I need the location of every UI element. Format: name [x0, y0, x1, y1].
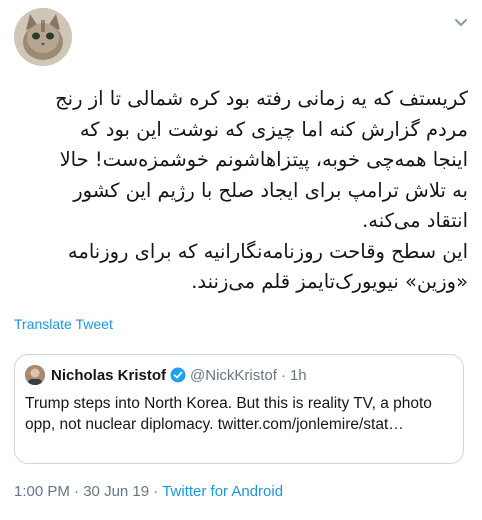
tweet-line: مردم گزارش کنه اما چیزی که نوشت این بود …: [79, 117, 468, 141]
tweet-time[interactable]: 1:00 PM: [14, 483, 70, 500]
quoted-author-name[interactable]: Nicholas Kristof: [51, 367, 166, 384]
quoted-author-handle[interactable]: @NickKristof: [190, 367, 277, 384]
tweet-meta: 1:00 PM · 30 Jun 19 · Twitter for Androi…: [14, 483, 283, 500]
tweet-line: کریستف که یه زمانی رفته بود کره شمالی تا…: [55, 87, 468, 110]
separator-dot: ·: [153, 483, 159, 500]
translate-tweet-link[interactable]: Translate Tweet: [14, 316, 113, 332]
tweet-source-link[interactable]: Twitter for Android: [162, 483, 283, 500]
chevron-down-icon[interactable]: [454, 18, 468, 28]
tweet-line: این سطح وقاحت روزنامه‌نگارانیه که برای ر…: [67, 239, 468, 263]
verified-badge-icon: [170, 367, 186, 383]
quoted-avatar[interactable]: [25, 365, 45, 385]
separator-dot: ·: [280, 366, 286, 384]
tweet-line: اینجا همه‌چی خوبه، پیتزاهاشونم خوشمزه‌ست…: [59, 148, 468, 171]
tweet-date[interactable]: 30 Jun 19: [83, 483, 149, 500]
avatar[interactable]: [14, 8, 72, 66]
quoted-timestamp[interactable]: 1h: [290, 367, 307, 384]
tweet-line: «وزین» نیویورک‌تایمز قلم می‌زنند.: [191, 270, 468, 293]
tweet-text: کریستف که یه زمانی رفته بود کره شمالی تا…: [14, 84, 468, 298]
tweet-line: انتقاد می‌کنه.: [362, 209, 468, 232]
quoted-tweet-text: Trump steps into North Korea. But this i…: [25, 395, 432, 433]
separator-dot: ·: [74, 483, 80, 500]
tweet-line: به تلاش ترامپ برای ایجاد صلح با رژیم این…: [73, 178, 468, 202]
quoted-tweet-header: Nicholas Kristof @NickKristof · 1h: [25, 365, 307, 385]
quoted-tweet-card[interactable]: Nicholas Kristof @NickKristof · 1h Trump…: [14, 354, 464, 464]
